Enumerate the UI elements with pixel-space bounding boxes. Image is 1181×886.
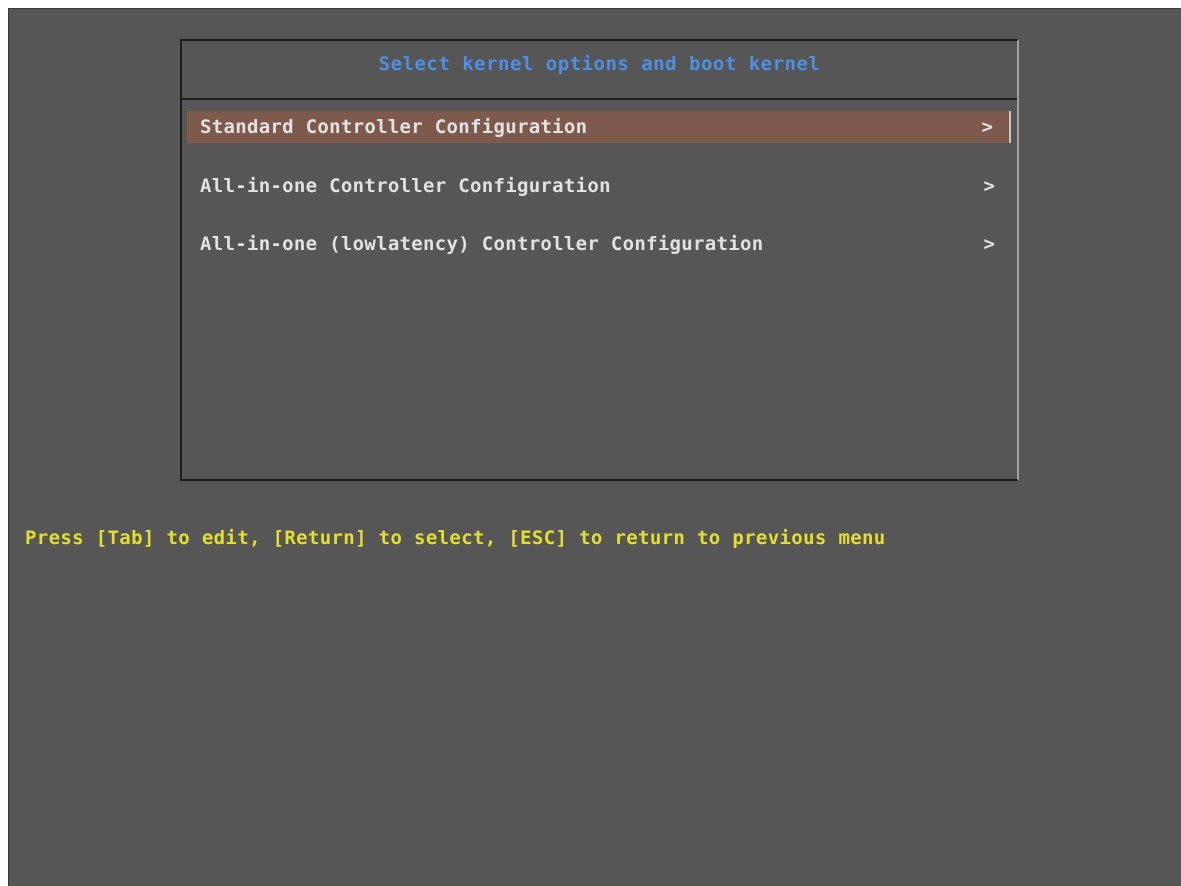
chevron-right-icon: > [983, 233, 995, 255]
menu-item-label: All-in-one (lowlatency) Controller Confi… [200, 233, 764, 255]
menu-item-label: Standard Controller Configuration [200, 116, 588, 138]
menu-item-standard-controller[interactable]: Standard Controller Configuration > [187, 111, 1011, 143]
menu-item-all-in-one-controller[interactable]: All-in-one Controller Configuration > [187, 170, 1011, 202]
chevron-right-icon: > [981, 116, 993, 138]
keyboard-hint: Press [Tab] to edit, [Return] to select,… [25, 527, 886, 549]
boot-menu: Select kernel options and boot kernel St… [180, 39, 1019, 481]
menu-item-all-in-one-lowlatency-controller[interactable]: All-in-one (lowlatency) Controller Confi… [187, 228, 1011, 260]
menu-title: Select kernel options and boot kernel [378, 53, 821, 75]
chevron-right-icon: > [983, 175, 995, 197]
title-divider [182, 98, 1017, 100]
menu-item-label: All-in-one Controller Configuration [200, 175, 611, 197]
boot-screen: Select kernel options and boot kernel St… [8, 8, 1181, 886]
